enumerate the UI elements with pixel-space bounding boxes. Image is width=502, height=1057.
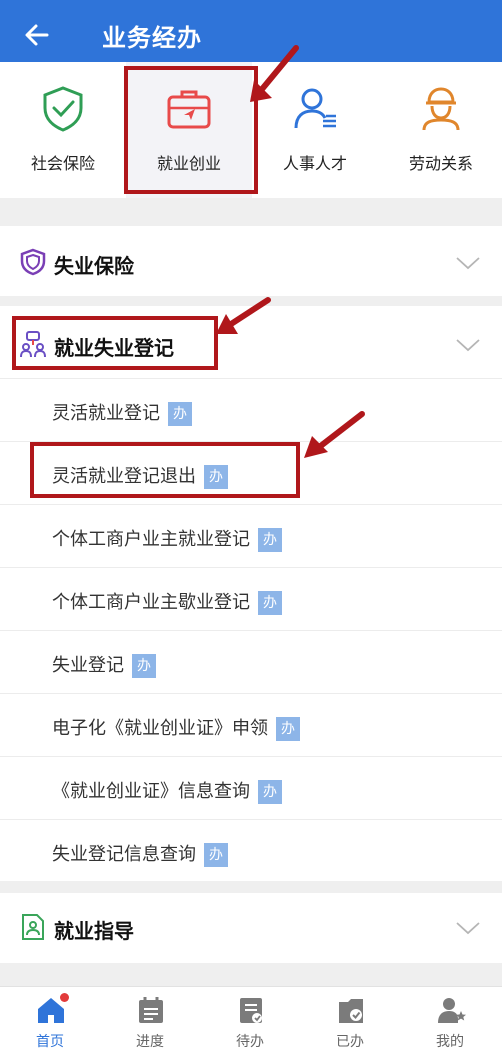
- item-label: 个体工商户业主就业登记: [52, 529, 250, 550]
- todo-doc-icon: [240, 998, 262, 1023]
- calendar-list-icon: [139, 997, 163, 1023]
- category-label: 社会保险: [30, 154, 95, 173]
- handle-badge: 办: [276, 717, 300, 741]
- section-guidance[interactable]: 就业指导: [0, 893, 502, 963]
- section-title: 就业失业登记: [54, 336, 174, 360]
- handle-badge: 办: [258, 780, 282, 804]
- notification-dot: [60, 993, 69, 1002]
- item-label: 灵活就业登记: [52, 403, 160, 424]
- tab-label: 我的: [436, 1034, 464, 1050]
- chevron-down-icon[interactable]: [456, 921, 480, 935]
- user-id-icon: [294, 88, 336, 129]
- divider-gap: [0, 296, 502, 306]
- list-item[interactable]: 失业登记办: [0, 630, 502, 693]
- divider-gap: [0, 963, 502, 986]
- page-title: 业务经办: [102, 24, 202, 52]
- category-employment[interactable]: 就业创业: [126, 62, 252, 198]
- category-social-insurance[interactable]: 社会保险: [0, 62, 126, 198]
- section-title: 就业指导: [54, 919, 134, 943]
- item-label: 灵活就业登记退出: [52, 466, 196, 487]
- category-label: 就业创业: [156, 154, 221, 173]
- handle-badge: 办: [258, 528, 282, 552]
- tab-label: 待办: [236, 1034, 264, 1050]
- item-label: 《就业创业证》信息查询: [52, 781, 250, 802]
- tab-todo[interactable]: 待办: [200, 987, 300, 1057]
- tab-progress[interactable]: 进度: [100, 987, 200, 1057]
- worker-helmet-icon: [422, 87, 460, 131]
- purple-shield-icon: [20, 248, 46, 276]
- done-doc-icon: [339, 999, 363, 1023]
- divider-gap: [0, 881, 502, 893]
- divider-gap: [0, 198, 502, 226]
- list-item[interactable]: 个体工商户业主歇业登记办: [0, 567, 502, 630]
- back-arrow-icon[interactable]: [20, 18, 54, 52]
- user-star-icon: [438, 998, 466, 1023]
- item-label: 个体工商户业主歇业登记: [52, 592, 250, 613]
- category-label: 人事人才: [282, 154, 347, 173]
- list-item[interactable]: 个体工商户业主就业登记办: [0, 504, 502, 567]
- list-item[interactable]: 《就业创业证》信息查询办: [0, 756, 502, 819]
- tab-label: 进度: [136, 1034, 164, 1050]
- bottom-tab-bar: 首页 进度 待办 已办 我的: [0, 986, 502, 1057]
- category-personnel[interactable]: 人事人才: [252, 62, 378, 198]
- list-item[interactable]: 灵活就业登记办: [0, 378, 502, 441]
- list-item[interactable]: 电子化《就业创业证》申领办: [0, 693, 502, 756]
- tab-label: 已办: [336, 1034, 364, 1050]
- category-label: 劳动关系: [408, 154, 473, 173]
- category-bar: 社会保险 就业创业 人事人才 劳动关系: [0, 62, 502, 198]
- tab-home[interactable]: 首页: [0, 987, 100, 1057]
- section-title: 失业保险: [54, 254, 134, 278]
- handle-badge: 办: [204, 843, 228, 867]
- people-network-icon: [20, 331, 46, 358]
- section-unemployment-insurance[interactable]: 失业保险: [0, 226, 502, 296]
- handle-badge: 办: [204, 465, 228, 489]
- item-label: 失业登记: [52, 655, 124, 676]
- list-item[interactable]: 失业登记信息查询办: [0, 819, 502, 881]
- handle-badge: 办: [258, 591, 282, 615]
- handle-badge: 办: [168, 402, 192, 426]
- tab-mine[interactable]: 我的: [400, 987, 500, 1057]
- tab-label: 首页: [36, 1034, 64, 1050]
- item-label: 失业登记信息查询: [52, 844, 196, 865]
- shield-check-icon: [43, 86, 83, 132]
- handle-badge: 办: [132, 654, 156, 678]
- list-item[interactable]: 灵活就业登记退出办: [0, 441, 502, 504]
- category-labor[interactable]: 劳动关系: [378, 62, 502, 198]
- chevron-down-icon[interactable]: [456, 256, 480, 270]
- section-registration[interactable]: 就业失业登记: [0, 306, 502, 378]
- item-label: 电子化《就业创业证》申领: [52, 718, 268, 739]
- chevron-up-icon[interactable]: [456, 338, 480, 352]
- briefcase-icon: [167, 90, 211, 129]
- doc-person-icon: [22, 914, 44, 940]
- app-header: 业务经办: [0, 0, 502, 62]
- tab-done[interactable]: 已办: [300, 987, 400, 1057]
